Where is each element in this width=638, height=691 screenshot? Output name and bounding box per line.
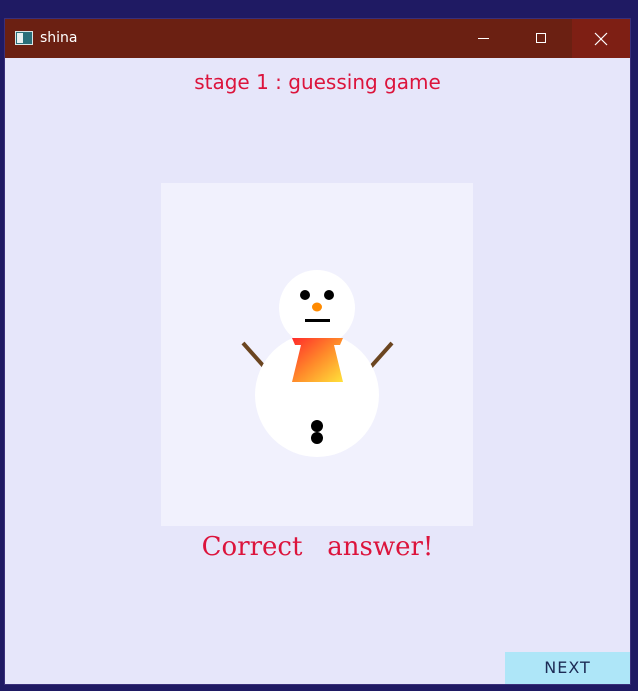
- snowman-right-eye: [324, 290, 334, 300]
- close-button[interactable]: [572, 19, 630, 58]
- title-bar[interactable]: shina: [5, 19, 630, 58]
- close-icon: [594, 32, 608, 46]
- snowman-mouth: [305, 319, 330, 322]
- snowman-nose: [312, 302, 322, 312]
- snowman-scarf: [292, 338, 343, 382]
- snowman-icon: [241, 270, 394, 457]
- minimize-button[interactable]: [455, 19, 513, 58]
- app-window: shina stage 1 : guessing game Correct an…: [5, 19, 630, 684]
- picture-canvas: [161, 183, 473, 526]
- window-title: shina: [40, 30, 78, 46]
- result-message: Correct answer!: [201, 532, 434, 562]
- maximize-icon: [536, 33, 546, 43]
- app-window-icon: [15, 31, 33, 45]
- snowman-button-top: [311, 420, 323, 432]
- snowman-left-eye: [300, 290, 310, 300]
- maximize-button[interactable]: [513, 19, 571, 58]
- snowman-button-bottom: [311, 432, 323, 444]
- next-button[interactable]: NEXT: [505, 652, 630, 684]
- minimize-icon: [478, 38, 489, 39]
- stage-title: stage 1 : guessing game: [194, 70, 441, 94]
